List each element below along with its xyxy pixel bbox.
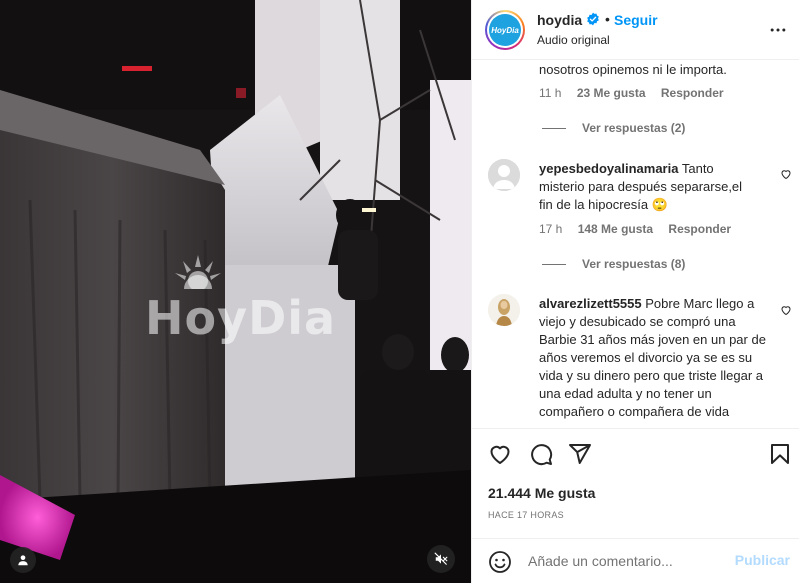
- comment-composer: Publicar: [472, 538, 799, 583]
- comment-time[interactable]: 11 h: [539, 86, 561, 100]
- comment-body: alvarezlizett5555 Pobre Marc llego a vie…: [539, 295, 767, 421]
- comment-meta: 11 h 23 Me gusta Responder: [539, 86, 736, 100]
- user-tag-button[interactable]: [10, 547, 36, 573]
- audio-link[interactable]: Audio original: [537, 33, 610, 47]
- comment-meta: 17 h 148 Me gusta Responder: [539, 222, 743, 236]
- user-tag-icon: [18, 555, 28, 566]
- view-replies-label: Ver respuestas (8): [582, 257, 686, 271]
- like-count[interactable]: 21.444 Me gusta: [488, 485, 595, 501]
- view-replies-button[interactable]: Ver respuestas (8): [542, 257, 685, 271]
- mute-button[interactable]: [427, 545, 455, 573]
- heart-icon[interactable]: [488, 442, 512, 466]
- verified-badge-icon: [587, 12, 599, 26]
- reply-button[interactable]: Responder: [668, 222, 731, 236]
- publish-button[interactable]: Publicar: [735, 552, 790, 568]
- comment-text: Pobre Marc llego a viejo y desubicado se…: [539, 296, 766, 419]
- comment-avatar[interactable]: [488, 294, 520, 326]
- comment-username[interactable]: yepesbedoyalinamaria: [539, 161, 678, 176]
- save-icon[interactable]: [768, 442, 792, 466]
- view-replies-button[interactable]: Ver respuestas (2): [542, 121, 685, 135]
- default-avatar-icon: [488, 159, 520, 191]
- comment-icon[interactable]: [529, 442, 553, 466]
- comment-likes[interactable]: 148 Me gusta: [578, 222, 653, 236]
- comment-avatar[interactable]: [488, 159, 520, 191]
- comment-input[interactable]: [528, 551, 728, 571]
- comment-like-icon[interactable]: [780, 304, 792, 316]
- post-media[interactable]: HoyDia: [0, 0, 471, 583]
- reply-button[interactable]: Responder: [661, 86, 724, 100]
- post-actions: 21.444 Me gusta HACE 17 HORAS: [472, 428, 799, 538]
- replies-divider: [542, 264, 566, 266]
- comment-time[interactable]: 17 h: [539, 222, 562, 236]
- watermark-text: HoyDia: [145, 291, 337, 345]
- post-header: HoyDia hoydia • Seguir Audio original: [472, 0, 799, 60]
- comment-likes[interactable]: 23 Me gusta: [577, 86, 646, 100]
- avatar[interactable]: HoyDia: [485, 10, 525, 50]
- follow-button[interactable]: Seguir: [614, 12, 658, 28]
- share-icon[interactable]: [568, 442, 592, 466]
- post-side-panel: HoyDia hoydia • Seguir Audio original no…: [471, 0, 799, 583]
- comments-list[interactable]: nosotros opinemos ni le importa. 11 h 23…: [472, 60, 799, 428]
- post-timestamp[interactable]: HACE 17 HORAS: [488, 510, 564, 520]
- replies-divider: [542, 128, 566, 130]
- username-link[interactable]: hoydia: [537, 12, 582, 28]
- comment-username[interactable]: alvarezlizett5555: [539, 296, 642, 311]
- more-options-icon[interactable]: [768, 20, 788, 40]
- sun-logo-icon: [175, 255, 221, 289]
- speaker-muted-icon: [434, 552, 448, 565]
- comment-text: nosotros opinemos ni le importa.: [539, 62, 727, 77]
- view-replies-label: Ver respuestas (2): [582, 121, 686, 135]
- emoji-icon[interactable]: [488, 550, 512, 574]
- comment-like-icon[interactable]: [780, 168, 792, 180]
- comment-body: yepesbedoyalinamaria Tanto misterio para…: [539, 160, 759, 214]
- avatar-logo: HoyDia: [489, 14, 521, 46]
- profile-photo-icon: [488, 294, 520, 326]
- hoydia-watermark: HoyDia: [145, 255, 335, 345]
- separator-dot: •: [605, 11, 610, 27]
